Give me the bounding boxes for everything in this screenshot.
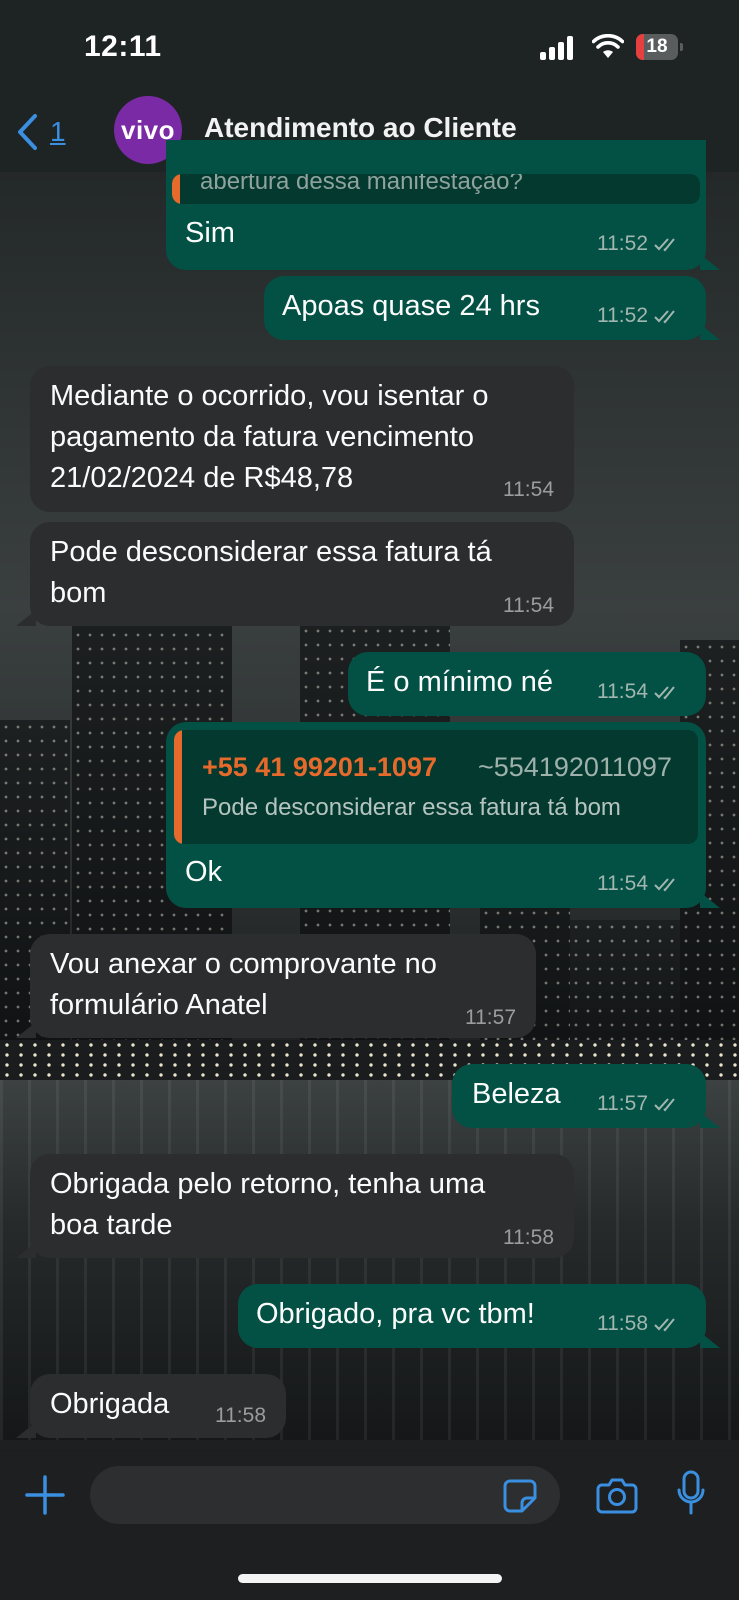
sticker-icon[interactable] [502,1478,538,1514]
message-bubble-outgoing[interactable]: Apoas quase 24 hrs 11:52 [264,276,720,340]
double-check-icon [654,878,675,892]
quoted-message[interactable]: abertura dessa manifestação? [172,174,700,204]
message-time: 11:58 [503,1226,554,1249]
battery-level: 18 [646,36,668,57]
battery-icon: 18 [636,34,684,60]
back-button[interactable]: 1 [16,110,66,154]
double-check-icon [654,1318,675,1332]
quoted-sender: +55 41 99201-1097 [202,752,437,782]
message-text: Ok [185,856,223,888]
home-indicator[interactable] [238,1574,502,1583]
message-text: Obrigada pelo retorno, tenha uma boa tar… [50,1168,486,1241]
quoted-text: abertura dessa manifestação? [200,174,523,195]
double-check-icon [654,1098,675,1112]
message-input[interactable] [90,1466,560,1524]
message-text: Obrigada [50,1388,170,1420]
camera-icon[interactable] [596,1476,638,1514]
message-input-bar [0,1452,739,1600]
message-bubble-outgoing[interactable]: +55 41 99201-1097 ~554192011097 Pode des… [166,722,720,908]
message-bubble-outgoing[interactable]: É o mínimo né 11:54 [348,652,706,716]
message-text: Obrigado, pra vc tbm! [256,1298,535,1330]
message-time: 11:58 [215,1404,266,1427]
status-time: 12:11 [84,30,162,63]
unread-count: 1 [50,116,66,147]
message-bubble-incoming[interactable]: Obrigada 11:58 [16,1374,286,1438]
message-bubble-incoming[interactable]: Mediante o ocorrido, vou isentar o pagam… [30,366,574,512]
message-time: 11:54 [503,478,554,501]
message-bubble-incoming[interactable]: Pode desconsiderar essa fatura tá bom 11… [16,522,574,626]
quoted-text: Pode desconsiderar essa fatura tá bom [202,794,621,821]
microphone-icon[interactable] [676,1470,706,1516]
cellular-signal-icon [540,36,576,60]
message-time: 11:58 [597,1312,648,1335]
message-bubble-outgoing[interactable]: Obrigado, pra vc tbm! 11:58 [238,1284,720,1348]
message-time: 11:57 [465,1006,516,1029]
message-time: 11:54 [597,872,648,895]
double-check-icon [654,686,675,700]
message-text: Apoas quase 24 hrs [282,290,540,322]
message-text: Pode desconsiderar essa fatura tá bom [50,536,492,609]
message-text: É o mínimo né [366,666,553,698]
message-bubble-outgoing[interactable]: abertura dessa manifestação? Sim 11:52 [166,140,720,270]
message-bubble-incoming[interactable]: Vou anexar o comprovante no formulário A… [16,934,536,1038]
message-bubble-outgoing[interactable]: Beleza 11:57 [452,1064,720,1128]
message-text: Beleza [472,1078,561,1110]
message-text: Sim [185,217,235,249]
message-time: 11:54 [503,594,554,617]
chevron-left-icon [18,114,37,150]
wifi-icon [592,34,624,58]
quoted-message[interactable]: +55 41 99201-1097 ~554192011097 Pode des… [174,730,698,844]
message-time: 11:54 [597,680,648,703]
message-text: Mediante o ocorrido, vou isentar o pagam… [50,380,489,494]
message-text: Vou anexar o comprovante no formulário A… [50,948,437,1021]
message-bubble-incoming[interactable]: Obrigada pelo retorno, tenha uma boa tar… [16,1154,574,1258]
quoted-sender-number: ~554192011097 [478,752,672,782]
message-time: 11:52 [597,304,648,327]
plus-icon[interactable] [24,1474,66,1516]
double-check-icon [654,238,675,252]
message-time: 11:52 [597,232,648,255]
message-time: 11:57 [597,1092,648,1115]
double-check-icon [654,310,675,324]
